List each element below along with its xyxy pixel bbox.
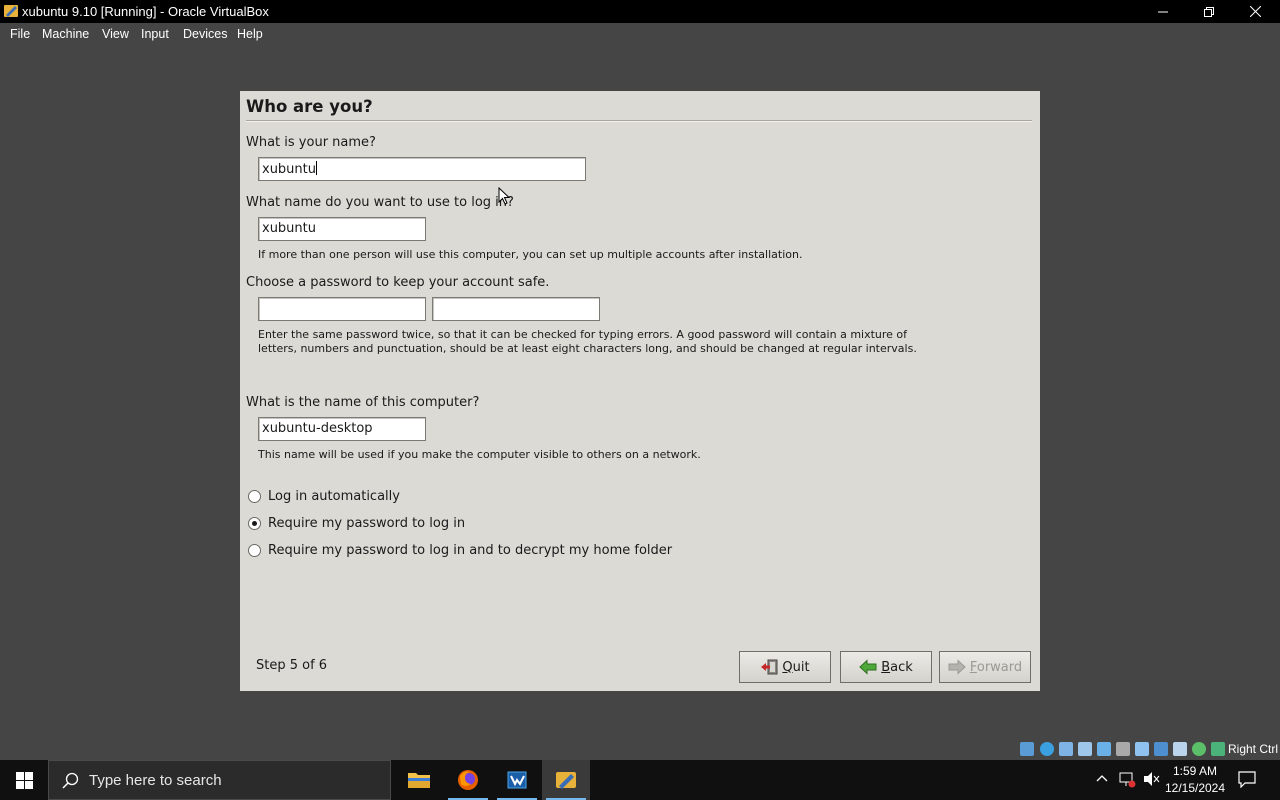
virtualbox-app-icon <box>4 5 18 17</box>
taskbar-virtualbox-manager[interactable] <box>493 760 541 800</box>
firefox-icon <box>458 770 478 790</box>
menu-view[interactable]: View <box>102 27 129 41</box>
close-button[interactable] <box>1232 0 1278 23</box>
radio-label: Log in automatically <box>268 488 400 504</box>
forward-button[interactable]: Forward <box>939 651 1031 683</box>
taskbar-vm-window[interactable] <box>542 760 590 800</box>
computer-name-input[interactable]: xubuntu-desktop <box>258 417 426 441</box>
radio-require-password[interactable]: Require my password to log in <box>248 514 465 532</box>
mouse-integration-icon[interactable] <box>1211 742 1225 756</box>
cpu-icon[interactable] <box>1173 742 1187 756</box>
network-icon[interactable] <box>1078 742 1092 756</box>
page-title: Who are you? <box>246 97 373 116</box>
quit-mnemonic: Q <box>782 659 793 675</box>
taskbar-file-explorer[interactable] <box>395 760 443 800</box>
guest-additions-icon[interactable] <box>1192 742 1206 756</box>
clock-time: 1:59 AM <box>1172 764 1218 778</box>
host-key-label: Right Ctrl <box>1228 742 1279 756</box>
heading-divider <box>246 120 1032 122</box>
notifications-icon[interactable] <box>1238 770 1256 788</box>
usb-icon[interactable] <box>1097 742 1111 756</box>
vm-menubar: File Machine View Input Devices Help <box>0 23 1280 45</box>
windows-taskbar: Type here to search 1:59 AM 12/15/2024 <box>0 760 1280 800</box>
recording-icon[interactable] <box>1154 742 1168 756</box>
taskbar-firefox[interactable] <box>444 760 492 800</box>
computer-name-question: What is the name of this computer? <box>246 395 480 410</box>
menu-file[interactable]: File <box>10 27 30 41</box>
display-icon[interactable] <box>1135 742 1149 756</box>
computer-name-value: xubuntu-desktop <box>262 421 373 436</box>
restore-button[interactable] <box>1186 0 1232 23</box>
step-indicator: Step 5 of 6 <box>256 658 328 673</box>
full-name-input[interactable]: xubuntu <box>258 157 586 181</box>
windows-logo-icon <box>15 771 33 789</box>
menu-machine[interactable]: Machine <box>42 27 89 41</box>
computer-name-hint: This name will be used if you make the c… <box>258 448 701 461</box>
search-icon <box>62 772 79 789</box>
login-hint: If more than one person will use this co… <box>258 248 803 261</box>
back-mnemonic: B <box>881 659 891 675</box>
audio-icon[interactable] <box>1059 742 1073 756</box>
minimize-icon <box>1158 11 1168 12</box>
volume-muted-icon[interactable] <box>1142 770 1160 788</box>
back-arrow-icon <box>859 659 877 675</box>
clock-date: 12/15/2024 <box>1164 781 1226 795</box>
forward-mnemonic: F <box>969 659 977 675</box>
password-question: Choose a password to keep your account s… <box>246 275 550 290</box>
radio-require-password-encrypt[interactable]: Require my password to log in and to dec… <box>248 541 672 559</box>
radio-button-selected[interactable] <box>248 516 261 530</box>
username-value: xubuntu <box>262 221 316 236</box>
show-hidden-icons-chevron-icon[interactable] <box>1096 774 1108 782</box>
taskbar-search-box[interactable]: Type here to search <box>48 760 391 800</box>
password-input[interactable] <box>258 297 426 321</box>
installer-dialog: Who are you? What is your name? xubuntu … <box>240 91 1040 691</box>
password-hint: Enter the same password twice, so that i… <box>258 328 917 355</box>
menu-input[interactable]: Input <box>141 27 169 41</box>
forward-label: orward <box>976 659 1023 675</box>
password-confirm-input[interactable] <box>432 297 600 321</box>
vm-window-icon <box>556 772 576 789</box>
folder-icon <box>408 773 430 788</box>
menu-devices[interactable]: Devices <box>183 27 227 41</box>
window-titlebar: xubuntu 9.10 [Running] - Oracle VirtualB… <box>0 0 1280 23</box>
radio-login-automatically[interactable]: Log in automatically <box>248 487 400 505</box>
mouse-pointer-icon <box>498 187 511 205</box>
radio-label: Require my password to log in <box>268 515 466 531</box>
login-question: What name do you want to use to log in? <box>246 195 514 210</box>
minimize-button[interactable] <box>1140 0 1186 23</box>
radio-button[interactable] <box>248 543 261 557</box>
window-title: xubuntu 9.10 [Running] - Oracle VirtualB… <box>22 4 269 19</box>
optical-drive-icon[interactable] <box>1040 742 1054 756</box>
menu-help[interactable]: Help <box>237 27 263 41</box>
username-input[interactable]: xubuntu <box>258 217 426 241</box>
shared-folders-icon[interactable] <box>1116 742 1130 756</box>
quit-button[interactable]: Quit <box>739 651 831 683</box>
name-question: What is your name? <box>246 135 376 150</box>
back-button[interactable]: Back <box>840 651 932 683</box>
forward-arrow-icon <box>948 659 966 675</box>
radio-button[interactable] <box>248 489 261 503</box>
taskbar-clock[interactable]: 1:59 AM 12/15/2024 <box>1160 763 1230 797</box>
hard-disk-icon[interactable] <box>1020 742 1034 756</box>
quit-label: uit <box>792 659 810 675</box>
quit-icon <box>761 659 778 675</box>
close-icon <box>1249 6 1261 17</box>
network-status-icon[interactable] <box>1118 770 1136 788</box>
radio-label: Require my password to log in and to dec… <box>268 542 673 558</box>
back-label: ack <box>890 659 913 675</box>
start-button[interactable] <box>0 760 48 800</box>
vm-statusbar: Right Ctrl <box>0 738 1280 760</box>
restore-icon <box>1204 6 1214 17</box>
text-caret <box>316 161 317 175</box>
virtualbox-icon <box>507 771 527 789</box>
full-name-value: xubuntu <box>262 162 316 177</box>
search-placeholder: Type here to search <box>89 772 222 789</box>
